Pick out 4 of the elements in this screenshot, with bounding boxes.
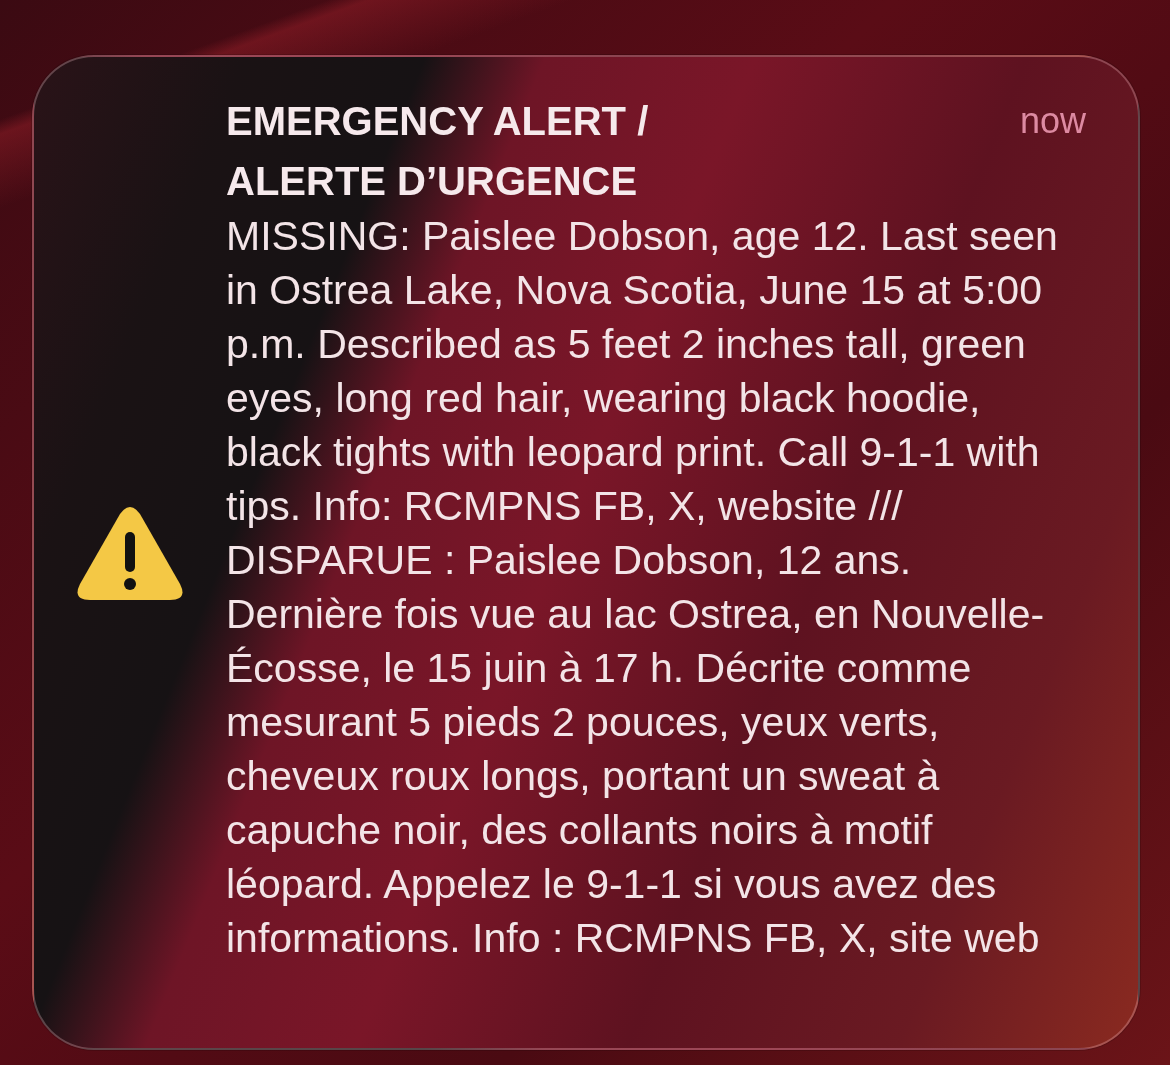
notification-card[interactable] bbox=[32, 55, 1140, 1050]
timestamp: now bbox=[1019, 99, 1086, 143]
alert-title: EMERGENCY ALERT / ALERTE D’URGENCE bbox=[226, 98, 650, 205]
alert-message: MISSING: Paislee Dobson, age 12. Last seen in Ostrea Lake, Nova Scotia, June 15 at 5:00 p.m. Described as 5 feet 2 inches tall, green eyes, long red hair, wearing black hoodie, black tights with leopard print. Call 9-1-1 with tips. Info: RCMPNS FB, X, website /// DISPARUE : Paislee Dobson, 12 ans. Dernière fois vue au lac Ostrea, en Nouvelle-Écosse, le 15 juin à 17 h. Décrite comme mesurant 5 pieds 2 pouces, yeux verts, cheveux roux longs, portant un sweat à capuche noir, des collants noirs à motif léopard. Appelez le 9-1-1 si vous avez des informations. Info : RCMPNS FB, X, site web bbox=[226, 212, 1059, 963]
